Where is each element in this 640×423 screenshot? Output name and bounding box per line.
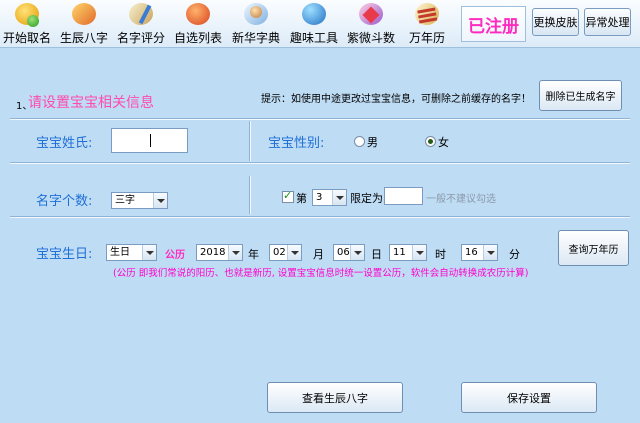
- chevron-down-icon: [412, 245, 426, 260]
- toolbar-label: 紫微斗数: [346, 31, 395, 45]
- chevron-down-icon: [350, 245, 364, 260]
- hour-unit: 时: [435, 248, 446, 261]
- calendar-note: (公历 即我们常说的阳历、也就是新历, 设置宝宝信息时统一设置公历，软件会自动转…: [113, 268, 529, 279]
- chevron-down-icon: [483, 245, 497, 260]
- text-caret: [150, 134, 151, 147]
- limit-position-select[interactable]: 3: [312, 189, 347, 206]
- score-pen-icon: [127, 1, 155, 27]
- birth-minute-value: 16: [465, 247, 478, 258]
- gender-male-label: 男: [367, 136, 378, 149]
- birth-minute-select[interactable]: 16: [461, 244, 498, 261]
- birth-hour-select[interactable]: 11: [389, 244, 427, 261]
- toolbar-label: 新华字典: [231, 31, 280, 45]
- save-settings-button[interactable]: 保存设置: [461, 382, 597, 413]
- change-skin-button[interactable]: 更换皮肤: [532, 8, 579, 36]
- section-title: 请设置宝宝相关信息: [28, 95, 154, 111]
- chevron-down-icon: [332, 190, 346, 205]
- tip-text: 提示：如使用中途更改过宝宝信息，可删除之前缓存的名字！: [261, 94, 531, 105]
- toolbar-label: 万年历: [408, 31, 445, 45]
- error-handling-button[interactable]: 异常处理: [584, 8, 631, 36]
- surname-input[interactable]: [111, 128, 188, 153]
- custom-list-button[interactable]: 自选列表: [173, 2, 223, 46]
- gender-label: 宝宝性别:: [268, 136, 325, 151]
- toolbar-label: 趣味工具: [289, 31, 338, 45]
- birth-year-select[interactable]: 2018: [196, 244, 243, 261]
- fun-tools-button[interactable]: 趣味工具: [289, 2, 339, 46]
- surname-label: 宝宝姓氏:: [36, 136, 93, 151]
- birth-month-select[interactable]: 02: [269, 244, 302, 261]
- bagua-icon: [72, 3, 96, 25]
- gender-female-label: 女: [438, 136, 449, 149]
- dictionary-button[interactable]: 新华字典: [231, 2, 281, 46]
- calendar-icon: [413, 1, 441, 27]
- limit-hint: 一般不建议勾选: [426, 194, 496, 205]
- birth-month-value: 02: [273, 247, 286, 258]
- chevron-down-icon: [228, 245, 242, 260]
- star-chart-icon: [359, 3, 383, 25]
- globe-icon: [302, 3, 326, 25]
- birth-day-value: 06: [337, 247, 350, 258]
- gender-female-radio[interactable]: [425, 136, 436, 147]
- limit-position-value: 3: [316, 192, 323, 203]
- birth-hour-value: 11: [393, 247, 406, 258]
- bazi-button[interactable]: 生辰八字: [59, 2, 109, 46]
- chevron-down-icon: [153, 193, 167, 208]
- limit-prefix: 第: [296, 192, 307, 205]
- birthday-type-select[interactable]: 生日: [106, 244, 157, 261]
- name-score-button[interactable]: 名字评分: [116, 1, 166, 46]
- calendar-button[interactable]: 万年历: [402, 1, 452, 46]
- toolbar-label: 名字评分: [116, 31, 165, 45]
- limit-checkbox[interactable]: [282, 189, 294, 203]
- minute-unit: 分: [509, 248, 520, 261]
- chevron-down-icon: [142, 245, 156, 260]
- list-icon: [186, 3, 210, 25]
- name-count-label: 名字个数:: [36, 194, 93, 209]
- toolbar: 开始取名 生辰八字 名字评分 自选列表 新华字典 趣味工具 紫微斗数 万年历 已…: [0, 0, 640, 48]
- ziwei-button[interactable]: 紫微斗数: [346, 2, 396, 46]
- toolbar-label: 开始取名: [2, 31, 51, 45]
- name-count-select[interactable]: 三字: [111, 192, 168, 209]
- view-bazi-button[interactable]: 查看生辰八字: [267, 382, 403, 413]
- toolbar-label: 生辰八字: [59, 31, 108, 45]
- birthday-label: 宝宝生日:: [36, 247, 93, 262]
- registered-badge: 已注册: [461, 6, 526, 42]
- name-count-value: 三字: [115, 195, 135, 206]
- delete-generated-names-button[interactable]: 删除已生成名字: [539, 80, 622, 111]
- birthday-type-value: 生日: [110, 247, 130, 258]
- divider: [249, 176, 251, 214]
- chevron-down-icon: [287, 245, 301, 260]
- dictionary-icon: [244, 3, 268, 25]
- toolbar-label: 自选列表: [173, 31, 222, 45]
- divider: [249, 121, 251, 161]
- divider: [10, 216, 630, 218]
- birth-year-value: 2018: [200, 247, 226, 258]
- gender-male-radio[interactable]: [354, 136, 365, 147]
- year-unit: 年: [248, 248, 259, 261]
- day-unit: 日: [371, 248, 382, 261]
- limit-char-input[interactable]: [384, 187, 423, 205]
- month-unit: 月: [313, 248, 324, 261]
- divider: [10, 162, 630, 164]
- birth-day-select[interactable]: 06: [333, 244, 365, 261]
- start-naming-button[interactable]: 开始取名: [2, 2, 52, 46]
- limit-label: 限定为: [350, 192, 383, 205]
- baby-icon: [15, 3, 39, 27]
- calendar-type-label: 公历: [165, 250, 185, 261]
- divider: [10, 118, 630, 120]
- perpetual-calendar-button[interactable]: 查询万年历: [558, 230, 629, 266]
